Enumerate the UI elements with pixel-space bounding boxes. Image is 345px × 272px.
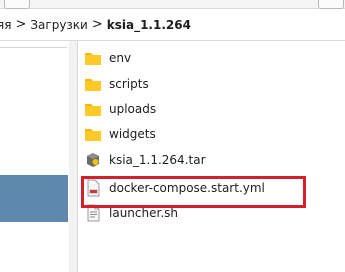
file-name: launcher.sh <box>109 206 178 220</box>
breadcrumb-item-parent[interactable]: яя <box>0 18 14 32</box>
breadcrumb-separator: > <box>15 17 27 32</box>
file-item-archive[interactable]: ksia_1.1.264.tar <box>78 148 338 172</box>
file-name: widgets <box>109 127 156 141</box>
window-top-strip <box>0 0 345 9</box>
folder-icon <box>84 75 102 93</box>
file-name: ksia_1.1.264.tar <box>109 153 206 167</box>
folder-icon <box>84 49 102 67</box>
highlight-box <box>81 176 306 208</box>
breadcrumb-item-downloads[interactable]: Загрузки <box>27 18 91 32</box>
file-name: uploads <box>109 102 157 116</box>
back-control[interactable] <box>4 0 30 9</box>
file-list: env scripts uploads widgets ksia_1.1.264… <box>78 41 345 272</box>
sidebar-scrollbar[interactable] <box>69 41 78 272</box>
sidebar <box>0 41 71 272</box>
file-item-widgets[interactable]: widgets <box>78 122 338 146</box>
file-name: env <box>109 51 132 65</box>
folder-icon <box>84 125 102 143</box>
file-name: scripts <box>109 77 149 91</box>
window-control[interactable] <box>318 0 344 9</box>
file-item-uploads[interactable]: uploads <box>78 97 338 121</box>
file-item-scripts[interactable]: scripts <box>78 72 338 96</box>
breadcrumb: яя > Загрузки > ksia_1.1.264 <box>0 9 345 41</box>
breadcrumb-item-current[interactable]: ksia_1.1.264 <box>104 18 194 32</box>
file-item-env[interactable]: env <box>78 46 338 70</box>
breadcrumb-separator: > <box>91 17 103 32</box>
folder-icon <box>84 100 102 118</box>
archive-icon <box>84 151 102 169</box>
sidebar-selected-item[interactable] <box>0 175 68 222</box>
sidebar-divider <box>0 47 67 48</box>
